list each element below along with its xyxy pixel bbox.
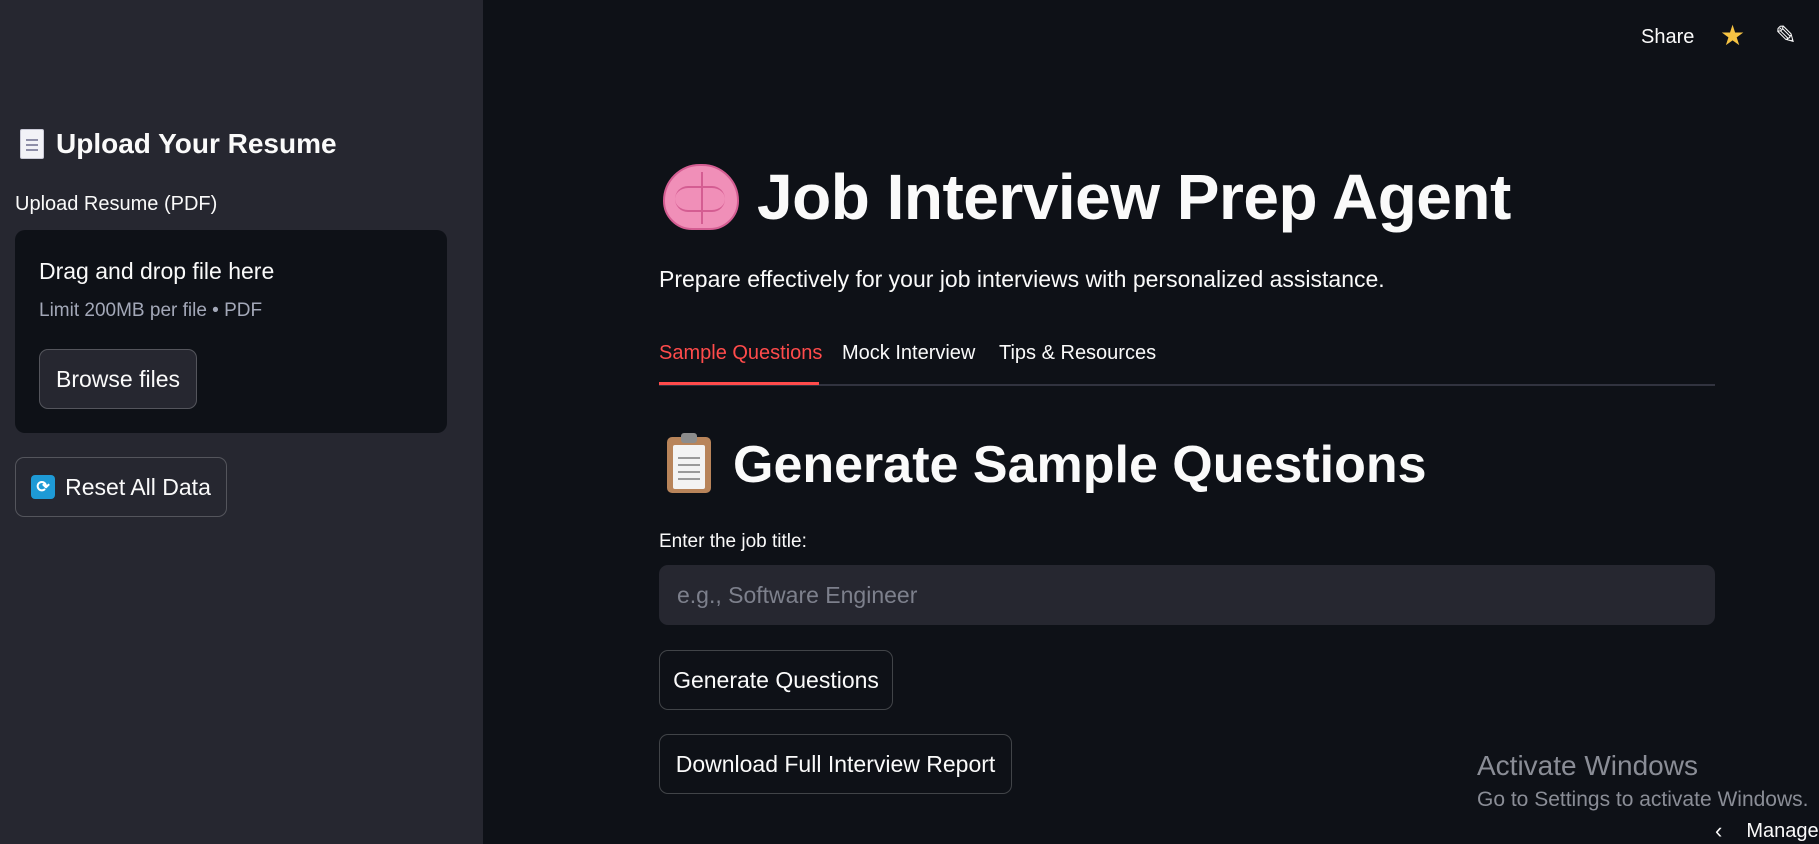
section-title: Generate Sample Questions bbox=[733, 436, 1427, 494]
job-title-label: Enter the job title: bbox=[659, 531, 807, 552]
job-title-input[interactable] bbox=[659, 565, 1715, 625]
active-tab-indicator bbox=[659, 382, 819, 385]
share-button[interactable]: Share bbox=[1641, 26, 1694, 49]
brain-icon bbox=[663, 164, 739, 230]
browse-files-button[interactable]: Browse files bbox=[39, 349, 197, 409]
sidebar-header: Upload Your Resume bbox=[20, 128, 337, 160]
page-subtitle: Prepare effectively for your job intervi… bbox=[659, 266, 1385, 292]
generate-questions-button[interactable]: Generate Questions bbox=[659, 650, 893, 710]
tab-mock-interview[interactable]: Mock Interview bbox=[842, 342, 975, 365]
watermark-subtitle: Go to Settings to activate Windows. bbox=[1477, 788, 1809, 811]
download-report-button[interactable]: Download Full Interview Report bbox=[659, 734, 1012, 794]
app-root: Upload Your Resume Upload Resume (PDF) D… bbox=[0, 0, 1819, 844]
reset-label: Reset All Data bbox=[65, 473, 211, 500]
manage-label[interactable]: Manage bbox=[1746, 820, 1818, 843]
sidebar: Upload Your Resume Upload Resume (PDF) D… bbox=[0, 0, 483, 844]
reset-all-data-button[interactable]: ⟳ Reset All Data bbox=[15, 457, 227, 517]
tab-bar: Sample Questions Mock Interview Tips & R… bbox=[659, 338, 1715, 386]
tab-sample-questions[interactable]: Sample Questions bbox=[659, 342, 822, 365]
clipboard-icon bbox=[667, 433, 711, 493]
dropzone-limit: Limit 200MB per file • PDF bbox=[39, 300, 263, 321]
document-icon bbox=[20, 129, 44, 159]
refresh-icon: ⟳ bbox=[31, 475, 56, 499]
sidebar-title: Upload Your Resume bbox=[56, 128, 337, 159]
section-title-row: Generate Sample Questions bbox=[667, 433, 1427, 495]
watermark-title: Activate Windows bbox=[1477, 750, 1698, 781]
file-dropzone[interactable]: Drag and drop file here Limit 200MB per … bbox=[15, 230, 447, 433]
upload-label: Upload Resume (PDF) bbox=[15, 193, 218, 215]
manage-app-bar[interactable]: ‹ Manage bbox=[1715, 818, 1819, 844]
activate-windows-watermark: Activate Windows Go to Settings to activ… bbox=[1477, 750, 1809, 812]
page-title-row: Job Interview Prep Agent bbox=[663, 160, 1511, 234]
page-title: Job Interview Prep Agent bbox=[757, 161, 1511, 233]
star-icon[interactable]: ★ bbox=[1720, 22, 1745, 50]
chevron-left-icon[interactable]: ‹ bbox=[1715, 818, 1722, 844]
dropzone-title: Drag and drop file here bbox=[39, 258, 275, 284]
pencil-icon[interactable]: ✎ bbox=[1775, 22, 1797, 48]
tab-tips-resources[interactable]: Tips & Resources bbox=[999, 342, 1156, 365]
